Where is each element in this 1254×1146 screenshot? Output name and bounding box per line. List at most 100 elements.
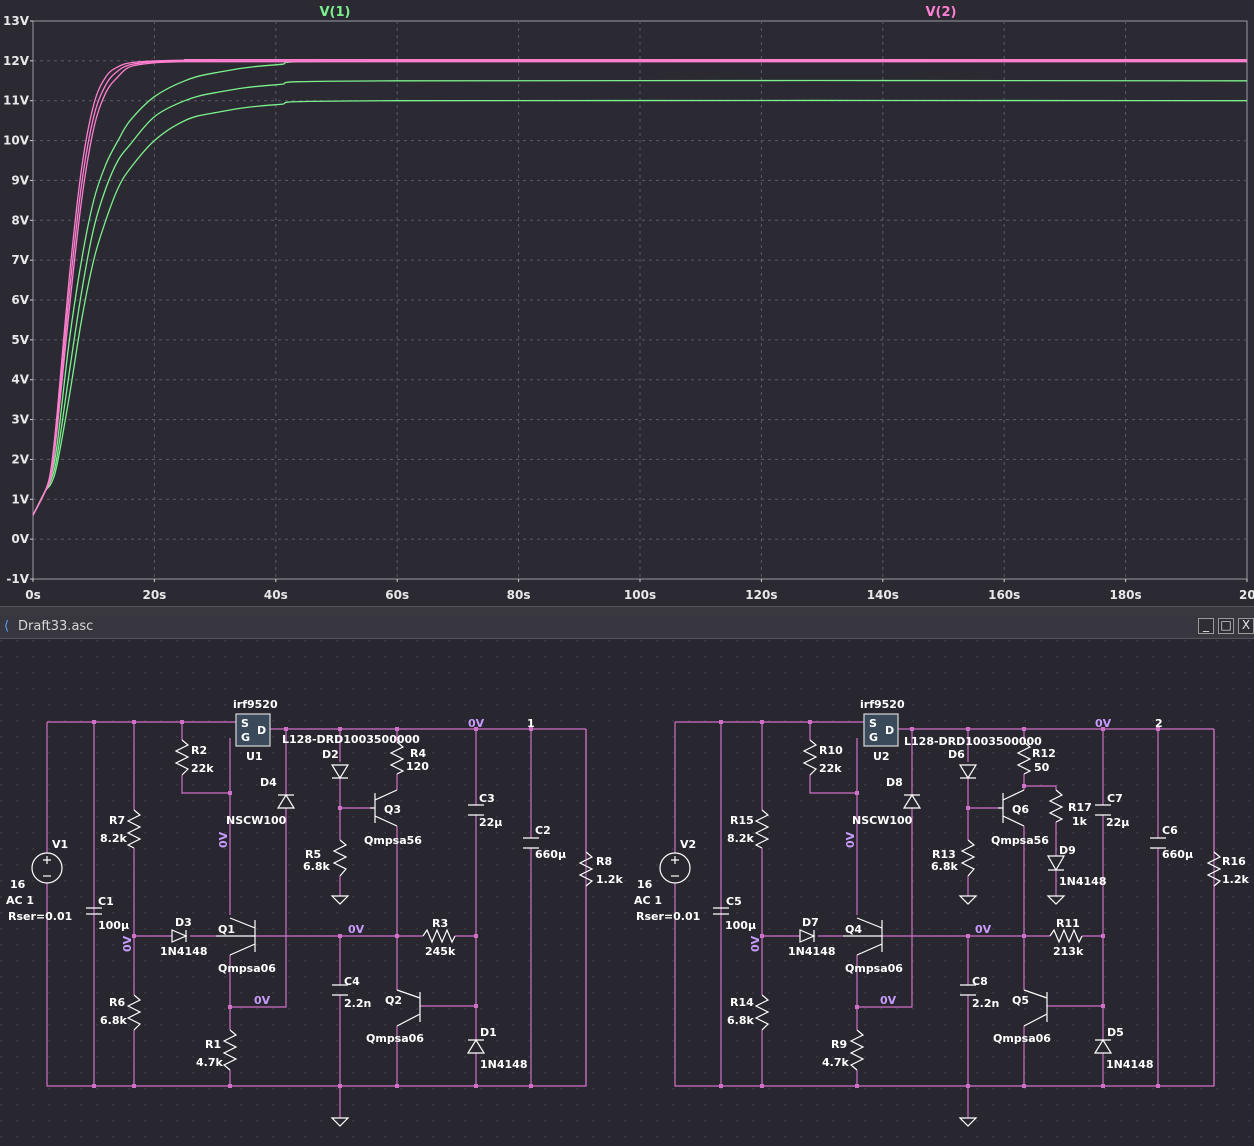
- q6-model[interactable]: Qmpsa56: [991, 834, 1049, 847]
- u1-model[interactable]: irf9520: [233, 698, 278, 711]
- d7-value[interactable]: 1N4148: [788, 945, 835, 958]
- schematic-titlebar[interactable]: ⟨ Draft33.asc _ □ X: [0, 616, 1254, 639]
- net-0v-vert-right-2[interactable]: 0V: [749, 935, 762, 952]
- r14-value[interactable]: 6.8k: [727, 1014, 754, 1027]
- r10-ref[interactable]: R10: [819, 744, 843, 757]
- c8-ref[interactable]: C8: [972, 975, 988, 988]
- q4-ref[interactable]: Q4: [845, 923, 862, 936]
- q5-ref[interactable]: Q5: [1012, 994, 1029, 1007]
- v2-value[interactable]: 16: [637, 878, 653, 891]
- r8-value[interactable]: 1.2k: [596, 873, 623, 886]
- v2-ac[interactable]: AC 1: [634, 894, 662, 907]
- d8-ref[interactable]: D8: [886, 776, 903, 789]
- d7-ref[interactable]: D7: [802, 916, 819, 929]
- r3-ref[interactable]: R3: [432, 917, 448, 930]
- waveform-plot-pane[interactable]: 13V 12V 11V 10V 9V 8V 7V 6V 5V 4V 3V 2V 1V 0V -1V 0s 20…: [0, 0, 1254, 612]
- schematic-svg[interactable]: V1 16 AC 1 Rser=0.01 irf9520 S G D U1 L1…: [0, 639, 1254, 1146]
- net-0v-bot-right[interactable]: 0V: [880, 994, 897, 1007]
- r6-value[interactable]: 6.8k: [100, 1014, 127, 1027]
- c5-value[interactable]: 100µ: [725, 919, 756, 932]
- net-0v-top-right[interactable]: 0V: [1095, 717, 1112, 730]
- trace-label-v2[interactable]: V(2): [926, 5, 957, 20]
- d4-model[interactable]: NSCW100: [226, 814, 287, 827]
- r4-ref[interactable]: R4: [410, 747, 426, 760]
- net-0v-top-left[interactable]: 0V: [468, 717, 485, 730]
- c1-ref[interactable]: C1: [98, 895, 114, 908]
- schematic-canvas[interactable]: V1 16 AC 1 Rser=0.01 irf9520 S G D U1 L1…: [0, 639, 1254, 1146]
- v1-value[interactable]: 16: [10, 878, 26, 891]
- close-button[interactable]: X: [1238, 618, 1254, 634]
- q3-model[interactable]: Qmpsa56: [364, 834, 422, 847]
- r11-value[interactable]: 213k: [1053, 945, 1084, 958]
- led-part-right[interactable]: L128-DRD1003500000: [904, 735, 1042, 748]
- q2-ref[interactable]: Q2: [385, 994, 402, 1007]
- q4-model[interactable]: Qmpsa06: [845, 962, 903, 975]
- r12-value[interactable]: 50: [1034, 761, 1050, 774]
- d9-ref[interactable]: D9: [1059, 844, 1076, 857]
- q1-model[interactable]: Qmpsa06: [218, 962, 276, 975]
- r8-ref[interactable]: R8: [596, 855, 612, 868]
- net-0v-mid-left[interactable]: 0V: [348, 923, 365, 936]
- c8-value[interactable]: 2.2n: [972, 997, 999, 1010]
- r5-value[interactable]: 6.8k: [303, 860, 330, 873]
- c2-value[interactable]: 660µ: [535, 848, 566, 861]
- r16-value[interactable]: 1.2k: [1222, 873, 1249, 886]
- waveform-plot[interactable]: 13V 12V 11V 10V 9V 8V 7V 6V 5V 4V 3V 2V 1V 0V -1V 0s 20…: [0, 0, 1254, 606]
- r14-ref[interactable]: R14: [730, 996, 754, 1009]
- c5-ref[interactable]: C5: [726, 895, 742, 908]
- d4-ref[interactable]: D4: [260, 776, 277, 789]
- r15-value[interactable]: 8.2k: [727, 832, 754, 845]
- r4-value[interactable]: 120: [406, 760, 429, 773]
- led-part-left[interactable]: L128-DRD1003500000: [282, 733, 420, 746]
- net-0v-vert-left-1[interactable]: 0V: [217, 831, 230, 848]
- r2-value[interactable]: 22k: [191, 762, 214, 775]
- d1-value[interactable]: 1N4148: [480, 1058, 527, 1071]
- r3-value[interactable]: 245k: [425, 945, 456, 958]
- maximize-button[interactable]: □: [1218, 618, 1234, 634]
- net-0v-bot-left[interactable]: 0V: [254, 994, 271, 1007]
- d6-ref[interactable]: D6: [948, 748, 965, 761]
- u1-ref[interactable]: U1: [246, 750, 263, 763]
- r11-ref[interactable]: R11: [1056, 917, 1080, 930]
- d5-ref[interactable]: D5: [1107, 1026, 1124, 1039]
- d3-ref[interactable]: D3: [175, 916, 192, 929]
- d3-value[interactable]: 1N4148: [160, 945, 207, 958]
- net-0v-vert-right-1[interactable]: 0V: [844, 831, 857, 848]
- r1-ref[interactable]: R1: [205, 1038, 221, 1051]
- r12-ref[interactable]: R12: [1032, 747, 1056, 760]
- r13-value[interactable]: 6.8k: [931, 860, 958, 873]
- r2-ref[interactable]: R2: [191, 744, 207, 757]
- r7-value[interactable]: 8.2k: [100, 832, 127, 845]
- d2-ref[interactable]: D2: [322, 748, 339, 761]
- v1-ref[interactable]: V1: [52, 838, 68, 851]
- q3-ref[interactable]: Q3: [384, 803, 401, 816]
- c3-ref[interactable]: C3: [479, 792, 495, 805]
- q6-ref[interactable]: Q6: [1012, 803, 1029, 816]
- v1-ac[interactable]: AC 1: [6, 894, 34, 907]
- net-0v-mid-right[interactable]: 0V: [975, 923, 992, 936]
- v2-ref[interactable]: V2: [680, 838, 696, 851]
- q2-model[interactable]: Qmpsa06: [366, 1032, 424, 1045]
- net-out-left[interactable]: 1: [527, 717, 535, 730]
- c2-ref[interactable]: C2: [535, 824, 551, 837]
- net-0v-vert-left-2[interactable]: 0V: [121, 935, 134, 952]
- c7-value[interactable]: 22µ: [1106, 816, 1129, 829]
- d8-model[interactable]: NSCW100: [852, 814, 913, 827]
- minimize-button[interactable]: _: [1198, 618, 1214, 634]
- u2-ref[interactable]: U2: [873, 750, 890, 763]
- net-out-right[interactable]: 2: [1155, 717, 1163, 730]
- d9-value[interactable]: 1N4148: [1059, 875, 1106, 888]
- trace-label-v1[interactable]: V(1): [320, 5, 351, 20]
- u2-model[interactable]: irf9520: [860, 698, 905, 711]
- c4-ref[interactable]: C4: [344, 975, 360, 988]
- c6-value[interactable]: 660µ: [1162, 848, 1193, 861]
- d1-ref[interactable]: D1: [480, 1026, 497, 1039]
- v1-rser[interactable]: Rser=0.01: [8, 910, 72, 923]
- q5-model[interactable]: Qmpsa06: [993, 1032, 1051, 1045]
- r9-ref[interactable]: R9: [831, 1038, 847, 1051]
- r7-ref[interactable]: R7: [109, 814, 125, 827]
- v2-rser[interactable]: Rser=0.01: [636, 910, 700, 923]
- c3-value[interactable]: 22µ: [479, 816, 502, 829]
- c6-ref[interactable]: C6: [1162, 824, 1178, 837]
- r17-value[interactable]: 1k: [1072, 815, 1088, 828]
